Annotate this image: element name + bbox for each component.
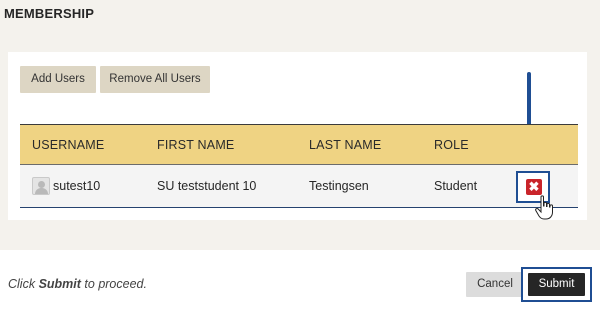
section-title: MEMBERSHIP xyxy=(4,6,95,21)
column-header-first-name[interactable]: FIRST NAME xyxy=(157,138,234,152)
cell-role: Student xyxy=(434,179,478,193)
remove-all-users-button[interactable]: Remove All Users xyxy=(100,66,210,93)
column-header-username[interactable]: USERNAME xyxy=(32,138,104,152)
avatar-head xyxy=(38,181,45,188)
add-users-button[interactable]: Add Users xyxy=(20,66,96,93)
cell-username: sutest10 xyxy=(53,179,101,193)
table-row: sutest10 SU teststudent 10 Testingsen St… xyxy=(20,165,578,220)
column-header-last-name[interactable]: LAST NAME xyxy=(309,138,381,152)
table-header: USERNAME FIRST NAME LAST NAME ROLE xyxy=(20,124,578,165)
delete-x-icon[interactable]: ✖ xyxy=(526,179,542,195)
footer-instruction: Click Submit to proceed. xyxy=(8,277,147,291)
cancel-button[interactable]: Cancel xyxy=(466,272,524,297)
instruction-action: Submit xyxy=(38,277,81,291)
instruction-suffix: to proceed. xyxy=(84,277,147,291)
submit-highlight: Submit xyxy=(521,267,592,302)
instruction-prefix: Click xyxy=(8,277,36,291)
cell-last-name: Testingsen xyxy=(309,179,369,193)
hand-pointer-icon xyxy=(535,195,553,220)
membership-table: USERNAME FIRST NAME LAST NAME ROLE sutes… xyxy=(20,124,578,220)
column-header-role[interactable]: ROLE xyxy=(434,138,469,152)
submit-button[interactable]: Submit xyxy=(528,273,585,296)
user-avatar-icon xyxy=(32,177,50,195)
membership-section: MEMBERSHIP Add Users Remove All Users US… xyxy=(0,0,600,250)
cell-first-name: SU teststudent 10 xyxy=(157,179,257,193)
avatar-shoulders xyxy=(35,188,48,194)
